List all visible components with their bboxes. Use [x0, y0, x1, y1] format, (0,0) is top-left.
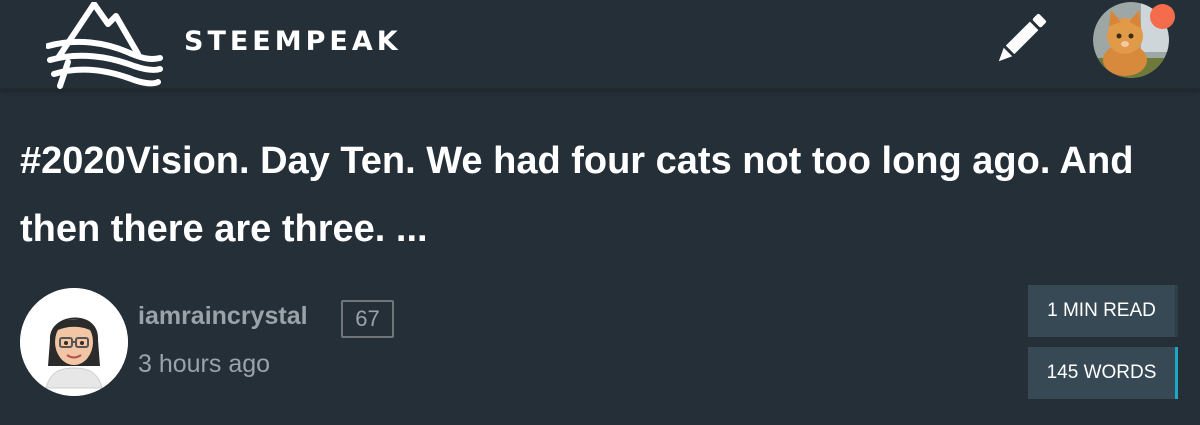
post-title[interactable]: #2020Vision. Day Ten. We had four cats n… — [20, 127, 1180, 263]
mountain-logo-icon[interactable] — [45, 1, 164, 90]
read-time-badge: 1 MIN READ — [1028, 285, 1178, 337]
top-bar: STEEMPEAK — [0, 0, 1200, 90]
user-menu[interactable] — [1093, 2, 1175, 80]
brand-name[interactable]: STEEMPEAK — [184, 26, 402, 57]
notification-dot[interactable] — [1150, 4, 1175, 29]
author-name[interactable]: iamraincrystal — [138, 302, 308, 331]
page: STEEMPEAK #2020Vision. Day Ten. We had f… — [0, 0, 1200, 425]
post-timestamp: 3 hours ago — [138, 350, 271, 378]
author-avatar[interactable] — [20, 288, 128, 396]
word-count-badge: 145 WORDS — [1028, 347, 1178, 399]
reputation-badge: 67 — [341, 300, 394, 338]
pencil-icon[interactable] — [990, 10, 1050, 70]
